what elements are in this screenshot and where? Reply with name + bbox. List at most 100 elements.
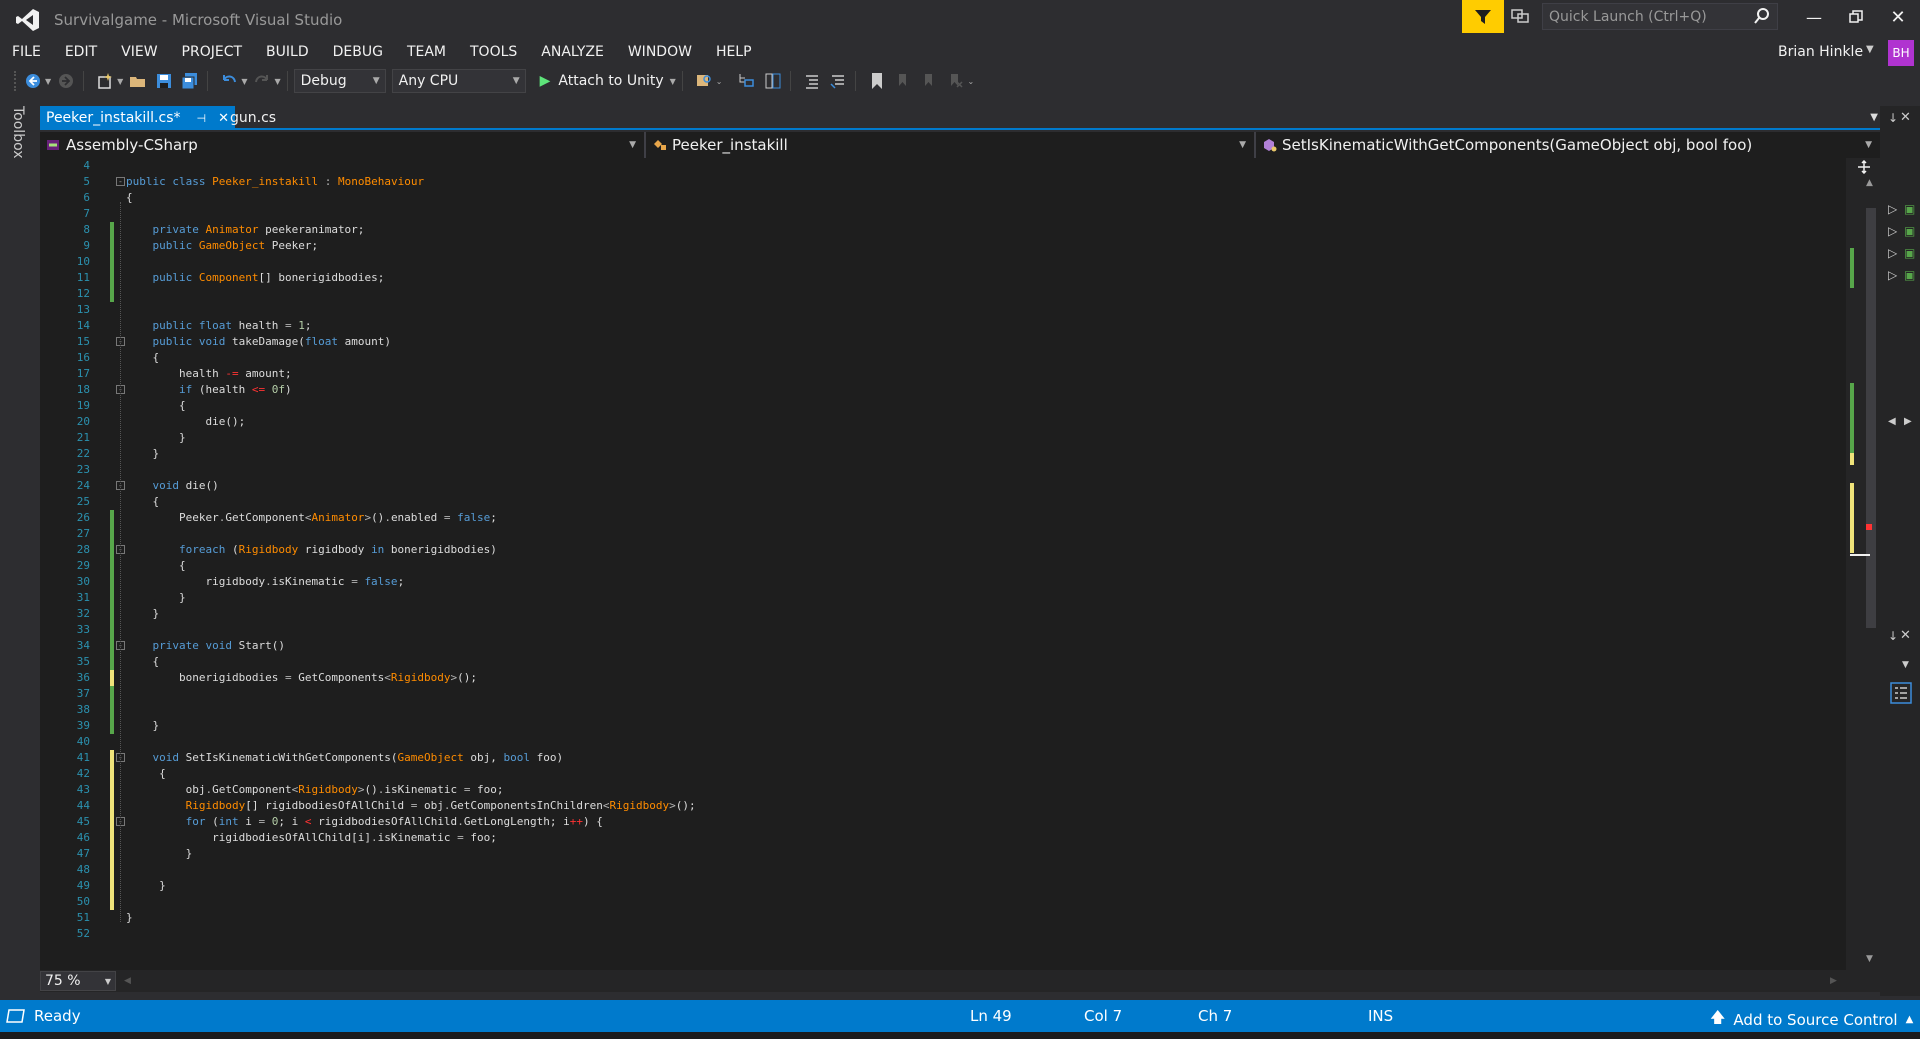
save-all-icon[interactable] xyxy=(179,70,201,92)
code-text[interactable]: public GameObject Peeker; xyxy=(126,238,319,254)
chevron-down-icon[interactable]: ▼ xyxy=(1902,660,1909,670)
pin-icon[interactable]: ⊣ xyxy=(197,112,207,125)
code-text[interactable]: } xyxy=(126,446,159,462)
uncomment-lines-icon[interactable] xyxy=(827,70,849,92)
code-line[interactable]: 30 rigidbody.isKinematic = false; xyxy=(40,574,1840,590)
code-text[interactable]: } xyxy=(126,430,186,446)
search-icon[interactable] xyxy=(1753,7,1771,29)
code-text[interactable]: } xyxy=(126,590,186,606)
redo-icon[interactable] xyxy=(251,70,273,92)
user-name[interactable]: Brian Hinkle xyxy=(1778,44,1863,60)
code-text[interactable]: } xyxy=(126,606,159,622)
code-text[interactable]: } xyxy=(126,910,133,926)
code-text[interactable]: private void Start() xyxy=(126,638,285,654)
code-text[interactable]: rigidbody.isKinematic = false; xyxy=(126,574,404,590)
code-line[interactable]: 40 xyxy=(40,734,1840,750)
scroll-right-icon[interactable]: ▶ xyxy=(1830,976,1837,986)
add-to-source-control-button[interactable]: 🡅 Add to Source Control ▲ xyxy=(1710,1007,1913,1032)
code-text[interactable]: { xyxy=(126,350,159,366)
code-text[interactable]: public void takeDamage(float amount) xyxy=(126,334,391,350)
code-text[interactable]: void die() xyxy=(126,478,219,494)
code-text[interactable]: Rigidbody[] rigidbodiesOfAllChild = obj.… xyxy=(126,798,696,814)
code-line[interactable]: 37 xyxy=(40,686,1840,702)
tab-peeker-instakill[interactable]: Peeker_instakill.cs* ⊣ ✕ xyxy=(40,106,235,130)
code-line[interactable]: 51} xyxy=(40,910,1840,926)
code-line[interactable]: 36 bonerigidbodies = GetComponents<Rigid… xyxy=(40,670,1840,686)
undo-dropdown-icon[interactable]: ▼ xyxy=(241,77,247,86)
code-line[interactable]: 39 } xyxy=(40,718,1840,734)
code-line[interactable]: 43 obj.GetComponent<Rigidbody>().isKinem… xyxy=(40,782,1840,798)
new-project-icon[interactable] xyxy=(94,70,116,92)
menu-view[interactable]: VIEW xyxy=(109,44,169,60)
code-line[interactable]: 7 xyxy=(40,206,1840,222)
menu-debug[interactable]: DEBUG xyxy=(321,44,395,60)
code-text[interactable]: bonerigidbodies = GetComponents<Rigidbod… xyxy=(126,670,477,686)
code-text[interactable]: void SetIsKinematicWithGetComponents(Gam… xyxy=(126,750,564,766)
split-editor-icon[interactable] xyxy=(1857,160,1871,174)
restore-button[interactable] xyxy=(1840,6,1872,28)
menu-file[interactable]: FILE xyxy=(0,44,53,60)
code-line[interactable]: 21 } xyxy=(40,430,1840,446)
code-line[interactable]: 47 } xyxy=(40,846,1840,862)
attach-to-unity-button[interactable]: ▶ Attach to Unity ▼ xyxy=(540,73,676,89)
code-text[interactable]: foreach (Rigidbody rigidbody in bonerigi… xyxy=(126,542,497,558)
code-line[interactable]: 6{ xyxy=(40,190,1840,206)
code-line[interactable]: 25 { xyxy=(40,494,1840,510)
code-line[interactable]: 35 { xyxy=(40,654,1840,670)
code-text[interactable]: } xyxy=(126,878,166,894)
code-line[interactable]: 28 foreach (Rigidbody rigidbody in boner… xyxy=(40,542,1840,558)
attach-dropdown-icon[interactable]: ▼ xyxy=(670,77,676,86)
expand-arrow-icon[interactable]: ▷ xyxy=(1888,268,1897,282)
scroll-left-icon[interactable]: ◀ xyxy=(1888,416,1896,427)
pin-icon[interactable]: ↓ xyxy=(1888,111,1898,125)
toolbar-grip[interactable] xyxy=(14,71,18,91)
menu-help[interactable]: HELP xyxy=(704,44,764,60)
send-feedback-icon[interactable] xyxy=(1510,6,1532,28)
pin-icon[interactable]: ↓ xyxy=(1888,629,1898,643)
scroll-left-icon[interactable]: ◀ xyxy=(124,976,131,986)
expand-arrow-icon[interactable]: ▷ xyxy=(1888,202,1897,216)
code-text[interactable]: private Animator peekeranimator; xyxy=(126,222,365,238)
collapse-region-icon[interactable]: - xyxy=(116,177,125,186)
bookmark-icon[interactable] xyxy=(866,70,888,92)
code-text[interactable]: } xyxy=(126,846,193,862)
code-text[interactable]: } xyxy=(126,718,159,734)
undo-icon[interactable] xyxy=(218,70,240,92)
code-text[interactable]: { xyxy=(126,190,133,206)
code-line[interactable]: 16 { xyxy=(40,350,1840,366)
code-line[interactable]: 5 public class Peeker_instakill : MonoBeh… xyxy=(40,174,1840,190)
menu-tools[interactable]: TOOLS xyxy=(458,44,529,60)
code-line[interactable]: 18 if (health <= 0f) xyxy=(40,382,1840,398)
member-dropdown[interactable]: SetIsKinematicWithGetComponents(GameObje… xyxy=(1256,132,1880,158)
code-text[interactable]: Peeker.GetComponent<Animator>().enabled … xyxy=(126,510,497,526)
code-line[interactable]: 4 xyxy=(40,158,1840,174)
code-text[interactable]: if (health <= 0f) xyxy=(126,382,292,398)
code-line[interactable]: 45 for (int i = 0; i < rigidbodiesOfAllC… xyxy=(40,814,1840,830)
code-text[interactable]: { xyxy=(126,654,159,670)
code-line[interactable]: 34 private void Start() xyxy=(40,638,1840,654)
menu-team[interactable]: TEAM xyxy=(395,44,458,60)
code-text[interactable]: for (int i = 0; i < rigidbodiesOfAllChil… xyxy=(126,814,603,830)
code-text[interactable]: die(); xyxy=(126,414,245,430)
expand-arrow-icon[interactable]: ▷ xyxy=(1888,224,1897,238)
code-text[interactable]: { xyxy=(126,398,186,414)
user-menu-caret-icon[interactable]: ▼ xyxy=(1866,44,1874,55)
object-browser-icon[interactable] xyxy=(762,70,784,92)
properties-icon[interactable] xyxy=(1890,682,1912,704)
code-line[interactable]: 17 health -= amount; xyxy=(40,366,1840,382)
code-line[interactable]: 50 xyxy=(40,894,1840,910)
menu-edit[interactable]: EDIT xyxy=(53,44,109,60)
toolbar-overflow-icon[interactable]: ⌄ xyxy=(716,77,723,86)
code-line[interactable]: 27 xyxy=(40,526,1840,542)
code-text[interactable]: { xyxy=(126,558,186,574)
close-icon[interactable]: ✕ xyxy=(1900,110,1911,125)
quick-launch-input[interactable]: Quick Launch (Ctrl+Q) xyxy=(1542,3,1778,30)
open-file-icon[interactable] xyxy=(127,70,149,92)
next-bookmark-icon[interactable] xyxy=(918,70,940,92)
code-line[interactable]: 12 xyxy=(40,286,1840,302)
code-line[interactable]: 11 public Component[] bonerigidbodies; xyxy=(40,270,1840,286)
find-in-files-icon[interactable] xyxy=(693,70,715,92)
scroll-up-icon[interactable]: ▲ xyxy=(1866,178,1873,188)
tab-gun[interactable]: gun.cs xyxy=(224,106,282,130)
navigate-back-icon[interactable] xyxy=(22,70,44,92)
